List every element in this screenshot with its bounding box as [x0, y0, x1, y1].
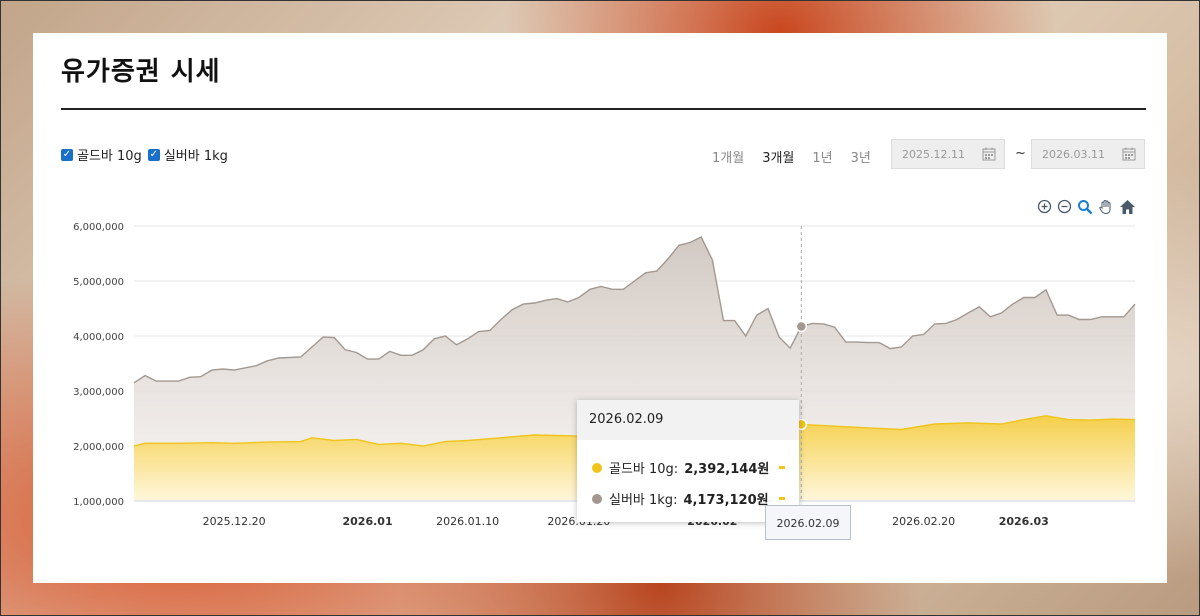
dash-marker-icon	[778, 497, 785, 500]
y-tick-label: 4,000,000	[73, 332, 124, 343]
y-axis: 6,000,000 5,000,000 4,000,000 3,000,000 2,00…	[73, 222, 124, 508]
y-tick-label: 5,000,000	[73, 277, 124, 288]
dash-marker-icon	[779, 466, 786, 469]
price-panel: 유가증권 시세 ✓ 골드바 10g ✓ 실버바 1kg 1개월 3개월 1년 3…	[33, 33, 1167, 583]
tooltip-row-silver: 실버바 1kg: 4,173,120원	[592, 489, 785, 508]
tooltip-gold-label: 골드바 10g:	[609, 462, 679, 477]
y-tick-label: 6,000,000	[73, 222, 124, 233]
y-tick-label: 3,000,000	[73, 387, 124, 398]
x-tick-label: 2025.12.20	[203, 515, 266, 528]
hover-point-silver	[795, 320, 808, 333]
crosshair-date-label: 2026.02.09	[765, 505, 851, 540]
tooltip-gold-value: 2,392,144원	[684, 462, 770, 477]
tooltip-silver-label: 실버바 1kg:	[609, 493, 678, 508]
x-tick-label: 2026.01	[343, 515, 393, 528]
y-tick-label: 1,000,000	[73, 497, 124, 508]
x-tick-label: 2026.03	[999, 515, 1049, 528]
silver-dot-icon	[592, 493, 602, 504]
x-tick-label: 2026.01.10	[436, 515, 499, 528]
x-tick-label: 2026.02.20	[892, 515, 955, 528]
tooltip-silver-value: 4,173,120원	[683, 493, 769, 508]
tooltip-date: 2026.02.09	[577, 400, 799, 440]
tooltip-row-gold: 골드바 10g: 2,392,144원	[592, 458, 786, 477]
y-tick-label: 2,000,000	[73, 442, 124, 453]
chart-tooltip: 2026.02.09 골드바 10g: 2,392,144원 실버바 1kg: …	[577, 400, 799, 522]
gold-dot-icon	[592, 462, 602, 473]
